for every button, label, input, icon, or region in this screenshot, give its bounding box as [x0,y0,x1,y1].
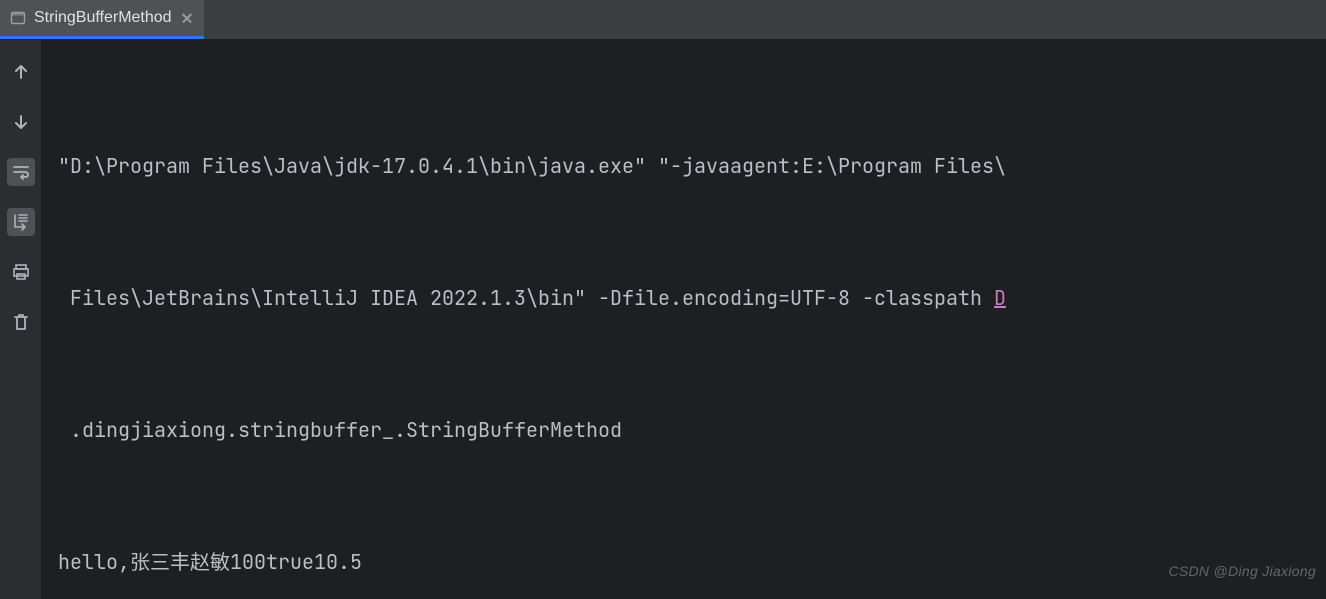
output-line: hello,张三丰赵敏100true10.5 [58,540,1322,584]
soft-wrap-icon[interactable] [7,158,35,186]
command-line-3: .dingjiaxiong.stringbuffer_.StringBuffer… [58,408,1322,452]
main-area: "D:\Program Files\Java\jdk-17.0.4.1\bin\… [0,40,1326,599]
scroll-to-end-icon[interactable] [7,208,35,236]
tab-bar: StringBufferMethod [0,0,1326,40]
print-icon[interactable] [7,258,35,286]
close-icon[interactable] [180,11,194,25]
run-config-icon [10,10,26,26]
watermark: CSDN @Ding Jiaxiong [1168,549,1316,593]
command-line-1: "D:\Program Files\Java\jdk-17.0.4.1\bin\… [58,144,1322,188]
scroll-up-icon[interactable] [7,58,35,86]
scroll-down-icon[interactable] [7,108,35,136]
trash-icon[interactable] [7,308,35,336]
console-output[interactable]: "D:\Program Files\Java\jdk-17.0.4.1\bin\… [42,40,1326,599]
command-line-2: Files\JetBrains\IntelliJ IDEA 2022.1.3\b… [58,276,1322,320]
tab-title: StringBufferMethod [34,9,172,27]
console-gutter [0,40,42,599]
tab-stringbuffermethod[interactable]: StringBufferMethod [0,0,204,39]
classpath-link[interactable]: D [994,285,1006,311]
